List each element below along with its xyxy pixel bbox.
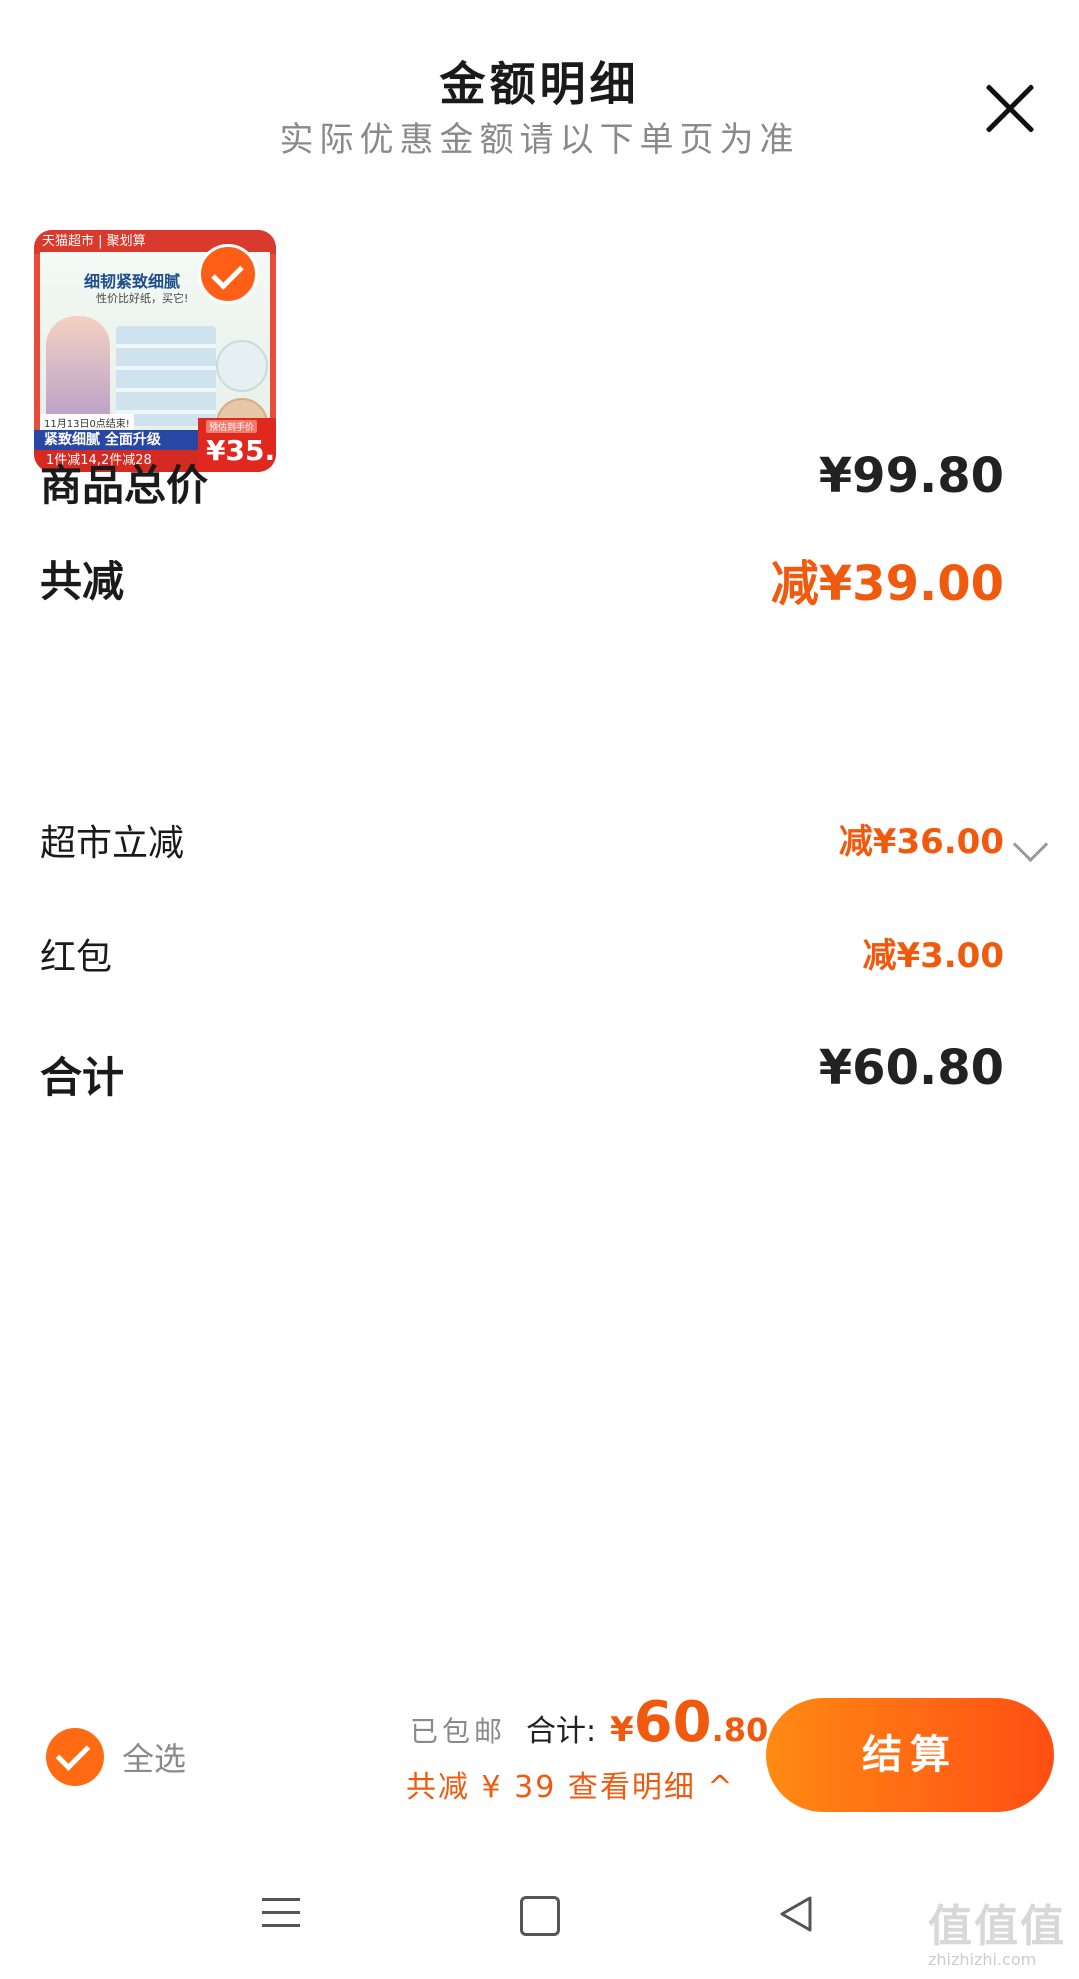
total-integer: 60	[633, 1690, 712, 1755]
shipping-note: 已包邮	[410, 1715, 507, 1748]
menu-icon[interactable]	[262, 1896, 300, 1930]
select-all-label[interactable]: 全选	[122, 1734, 186, 1780]
red-packet-value: 减¥3.00	[862, 936, 1004, 976]
view-details-link[interactable]: 共减 ¥ 39 查看明细 ^	[406, 1762, 735, 1806]
home-icon[interactable]	[520, 1896, 560, 1936]
checkout-button[interactable]: 结算	[766, 1698, 1054, 1812]
watermark-url: zhizhizhi.com	[928, 1950, 1037, 1969]
total-value: ¥60.80	[818, 1040, 1004, 1096]
page-title: 金额明细	[439, 57, 640, 111]
select-all-check-icon[interactable]	[46, 1728, 104, 1786]
subtotal-value: ¥99.80	[818, 448, 1004, 504]
supermarket-discount-label: 超市立减	[40, 823, 185, 864]
tissue-packs	[116, 326, 216, 426]
total-label: 合计	[40, 1053, 125, 1102]
subtotal-label: 商品总价	[40, 461, 209, 510]
footer-total-label: 合计:	[526, 1714, 597, 1749]
currency-symbol: ¥	[610, 1710, 634, 1750]
red-packet-label: 红包	[40, 937, 113, 978]
footer-total-price: ¥60.80	[610, 1690, 768, 1755]
product-check-icon[interactable]	[198, 244, 258, 304]
back-icon[interactable]	[776, 1894, 816, 1934]
close-icon[interactable]	[984, 82, 1036, 134]
total-decimal: .80	[711, 1711, 769, 1749]
price-tag: 预估到手价 ¥35.9	[198, 418, 276, 472]
feature-circle	[216, 340, 268, 392]
page-subtitle: 实际优惠金额请以下单页为准	[279, 120, 800, 160]
promo-date: 11月13日0点结束!	[40, 414, 134, 431]
product-headline: 细韧紧致细腻	[84, 272, 181, 291]
supermarket-discount-value[interactable]: 减¥36.00	[839, 814, 1004, 863]
price-label: 预估到手价	[206, 420, 258, 433]
watermark-logo: 值值值	[928, 1901, 1066, 1952]
discount-total-value: 减¥39.00	[770, 556, 1004, 612]
product-thumbnail[interactable]: 天猫超市 | 聚划算 细韧紧致细腻 性价比好纸，买它! 11月13日0点结束! …	[34, 230, 276, 472]
product-tagline: 性价比好纸，买它!	[96, 292, 189, 305]
discount-total-label: 共减	[40, 557, 125, 606]
product-banner: 紧致细腻 全面升级	[34, 430, 208, 450]
product-price: ¥35.9	[206, 434, 276, 467]
chevron-down-icon[interactable]	[1012, 826, 1049, 863]
